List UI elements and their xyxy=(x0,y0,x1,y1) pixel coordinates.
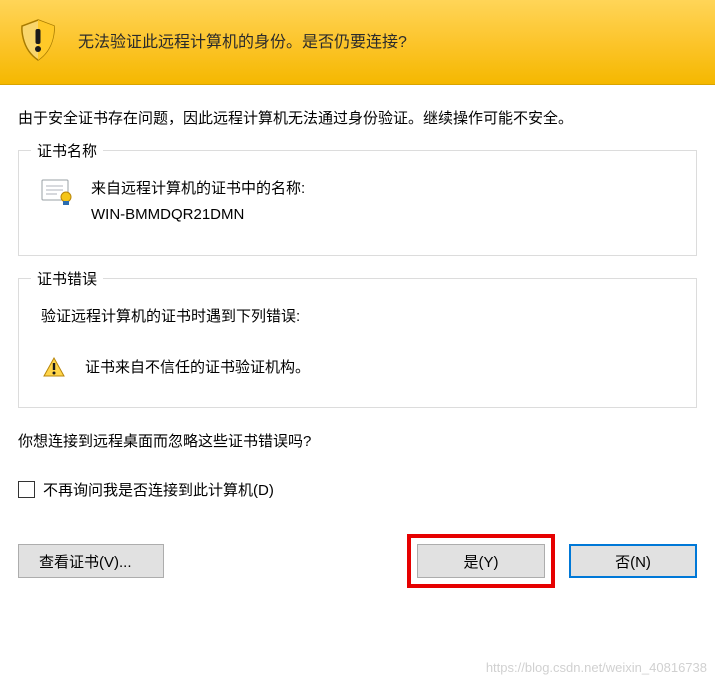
cert-name-legend: 证书名称 xyxy=(31,140,103,161)
cert-error-text: 证书来自不信任的证书验证机构。 xyxy=(85,356,310,377)
dont-ask-label: 不再询问我是否连接到此计算机(D) xyxy=(43,479,274,500)
dialog-body: 由于安全证书存在问题，因此远程计算机无法通过身份验证。继续操作可能不安全。 证书… xyxy=(0,85,715,606)
yes-button[interactable]: 是(Y) xyxy=(417,544,545,578)
certificate-icon xyxy=(41,177,73,205)
confirm-question: 你想连接到远程桌面而忽略这些证书错误吗? xyxy=(18,430,697,451)
button-row: 查看证书(V)... 是(Y) 否(N) xyxy=(18,534,697,588)
dont-ask-checkbox-row[interactable]: 不再询问我是否连接到此计算机(D) xyxy=(18,479,697,500)
cert-name-group: 证书名称 来自远程计算机的证书中的名称: WIN-BMMDQR21DMN xyxy=(18,150,697,256)
header-band: 无法验证此远程计算机的身份。是否仍要连接? xyxy=(0,0,715,85)
dont-ask-checkbox[interactable] xyxy=(18,481,35,498)
shield-warning-icon xyxy=(16,18,60,62)
watermark: https://blog.csdn.net/weixin_40816738 xyxy=(486,660,707,675)
yes-button-highlight: 是(Y) xyxy=(407,534,555,588)
cert-name-label: 来自远程计算机的证书中的名称: xyxy=(91,177,305,198)
warning-triangle-icon xyxy=(43,357,65,377)
cert-error-item: 证书来自不信任的证书验证机构。 xyxy=(37,352,678,381)
cert-errors-legend: 证书错误 xyxy=(31,268,103,289)
cert-errors-intro: 验证远程计算机的证书时遇到下列错误: xyxy=(41,305,678,326)
warning-text: 由于安全证书存在问题，因此远程计算机无法通过身份验证。继续操作可能不安全。 xyxy=(18,107,697,128)
cert-errors-group: 证书错误 验证远程计算机的证书时遇到下列错误: 证书来自不信任的证书验证机构。 xyxy=(18,278,697,408)
header-title: 无法验证此远程计算机的身份。是否仍要连接? xyxy=(78,28,407,52)
view-certificate-button[interactable]: 查看证书(V)... xyxy=(18,544,164,578)
no-button[interactable]: 否(N) xyxy=(569,544,697,578)
cert-name-value: WIN-BMMDQR21DMN xyxy=(91,206,305,223)
